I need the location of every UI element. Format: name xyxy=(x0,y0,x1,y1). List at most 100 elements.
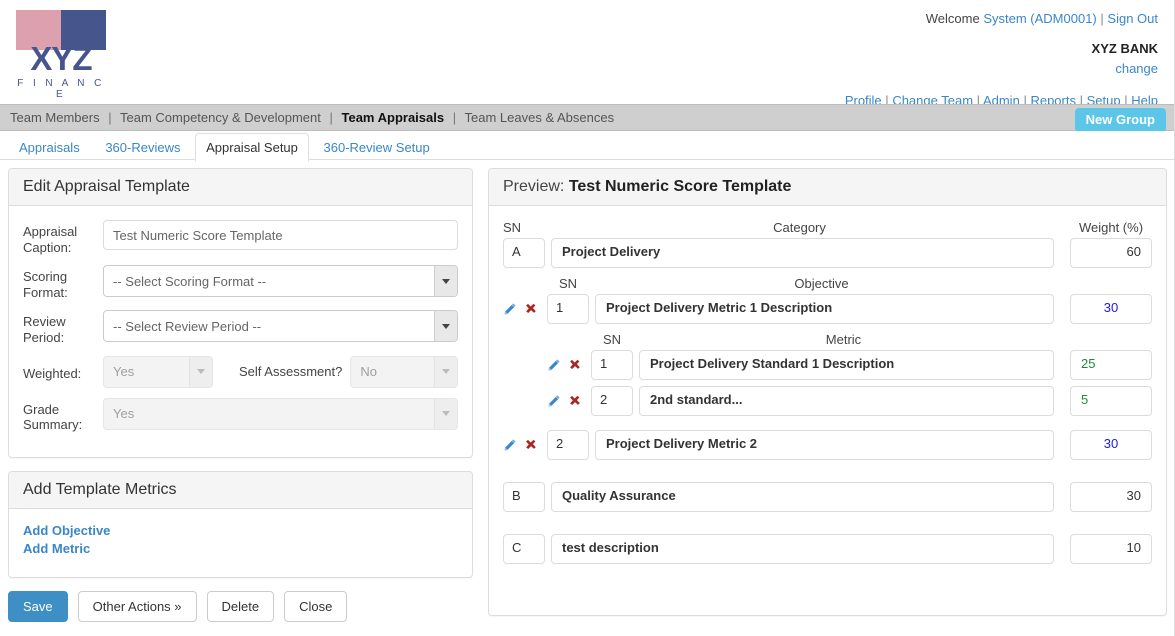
add-metric-link[interactable]: Add Metric xyxy=(23,541,458,556)
field-weighted: Weighted: Yes Self Assessment? No xyxy=(23,355,458,388)
review-period-select[interactable]: -- Select Review Period -- xyxy=(103,310,458,343)
divider: | xyxy=(108,110,112,125)
tab-360-review-setup[interactable]: 360-Review Setup xyxy=(313,133,441,162)
row-actions xyxy=(547,358,591,372)
preview-template-name: Test Numeric Score Template xyxy=(568,178,792,195)
nav-item-team-competency[interactable]: Team Competency & Development xyxy=(120,110,321,125)
weighted-select-wrap: Yes xyxy=(103,355,213,388)
metric-name[interactable]: 2nd standard... xyxy=(639,386,1054,416)
category-weight[interactable]: 60 xyxy=(1070,238,1152,268)
weighted-select: Yes xyxy=(103,355,213,388)
delete-button[interactable]: Delete xyxy=(206,590,275,622)
bank-name: XYZ BANK xyxy=(1091,40,1158,56)
category-name[interactable]: test description xyxy=(551,534,1054,564)
category-weight[interactable]: 10 xyxy=(1070,534,1152,564)
column-header-objective: Objective xyxy=(794,276,849,291)
preview-label: Preview: xyxy=(503,178,565,195)
delete-x-icon[interactable] xyxy=(569,394,583,408)
objective-name[interactable]: Project Delivery Metric 2 xyxy=(595,430,1054,460)
appraisal-caption-label: Appraisal Caption: xyxy=(23,224,78,255)
save-button[interactable]: Save xyxy=(8,590,68,622)
right-column: Preview: Test Numeric Score Template SN … xyxy=(488,168,1167,629)
objective-weight[interactable]: 30 xyxy=(1070,430,1152,460)
self-assessment-select-wrap: No xyxy=(350,355,458,388)
scoring-format-select[interactable]: -- Select Scoring Format -- xyxy=(103,265,458,298)
appraisal-caption-input[interactable] xyxy=(103,220,458,250)
category-sn[interactable]: A xyxy=(503,238,545,268)
metric-weight[interactable]: 25 xyxy=(1070,350,1152,380)
delete-x-icon[interactable] xyxy=(569,358,583,372)
metric-header-row: SN Metric xyxy=(503,332,1152,347)
objective-name[interactable]: Project Delivery Metric 1 Description xyxy=(595,294,1054,324)
metric-sn[interactable]: 2 xyxy=(591,386,633,416)
category-name[interactable]: Quality Assurance xyxy=(551,482,1054,512)
divider: | xyxy=(329,110,333,125)
logo-wordmark: XYZ xyxy=(30,40,92,77)
objective-weight[interactable]: 30 xyxy=(1070,294,1152,324)
tab-360-reviews[interactable]: 360-Reviews xyxy=(94,133,191,162)
table-row: 2 2nd standard... 5 xyxy=(503,386,1152,416)
action-buttons: Save Other Actions » Delete Close xyxy=(8,590,473,622)
close-button[interactable]: Close xyxy=(284,590,348,622)
logo-subtext: F I N A N C E xyxy=(17,78,105,100)
tab-bar: Appraisals 360-Reviews Appraisal Setup 3… xyxy=(0,131,1174,162)
change-bank-link[interactable]: change xyxy=(845,60,1158,79)
nav-item-team-members[interactable]: Team Members xyxy=(10,110,100,125)
navbar-items: Team Members | Team Competency & Develop… xyxy=(0,105,1174,125)
scoring-format-label: Scoring Format: xyxy=(23,269,68,300)
user-link[interactable]: System (ADM0001) xyxy=(983,11,1096,26)
main-navbar: Team Members | Team Competency & Develop… xyxy=(0,104,1174,132)
add-metrics-links: Add Objective Add Metric xyxy=(9,509,472,573)
review-period-select-wrap: -- Select Review Period -- xyxy=(103,310,458,343)
column-header-sn: SN xyxy=(602,332,622,347)
nav-item-team-leaves[interactable]: Team Leaves & Absences xyxy=(465,110,615,125)
field-grade-summary: Grade Summary: Yes xyxy=(23,397,458,433)
objective-sn[interactable]: 1 xyxy=(547,294,589,324)
self-assessment-label: Self Assessment? xyxy=(239,364,343,380)
preview-panel: Preview: Test Numeric Score Template SN … xyxy=(488,168,1167,616)
category-sn[interactable]: B xyxy=(503,482,545,512)
edit-pencil-icon[interactable] xyxy=(503,302,517,316)
edit-pencil-icon[interactable] xyxy=(503,438,517,452)
panel-title: Add Template Metrics xyxy=(9,471,472,509)
tab-appraisals[interactable]: Appraisals xyxy=(8,133,91,162)
other-actions-button[interactable]: Other Actions » xyxy=(77,590,197,622)
delete-x-icon[interactable] xyxy=(525,302,539,316)
edit-pencil-icon[interactable] xyxy=(547,358,561,372)
metric-sn[interactable]: 1 xyxy=(591,350,633,380)
weighted-label: Weighted: xyxy=(23,365,82,381)
column-header-sn: SN xyxy=(503,220,522,235)
welcome-line: Welcome System (ADM0001) | Sign Out xyxy=(845,10,1158,29)
scoring-format-select-wrap: -- Select Scoring Format -- xyxy=(103,265,458,298)
field-appraisal-caption: Appraisal Caption: xyxy=(23,220,458,255)
edit-appraisal-template-panel: Edit Appraisal Template Appraisal Captio… xyxy=(8,168,473,458)
grade-summary-label: Grade Summary: xyxy=(23,401,83,433)
edit-form: Appraisal Caption: Scoring Format: -- Se… xyxy=(9,206,472,457)
category-weight[interactable]: 30 xyxy=(1070,482,1152,512)
header-right: Welcome System (ADM0001) | Sign Out XYZ … xyxy=(845,10,1158,110)
review-period-label: Review Period: xyxy=(23,314,66,345)
new-group-button[interactable]: New Group xyxy=(1074,108,1166,132)
metric-name[interactable]: Project Delivery Standard 1 Description xyxy=(639,350,1054,380)
grade-summary-select-wrap: Yes xyxy=(103,397,458,430)
sign-out-link[interactable]: Sign Out xyxy=(1107,11,1158,26)
panel-title: Edit Appraisal Template xyxy=(9,169,472,206)
category-name[interactable]: Project Delivery xyxy=(551,238,1054,268)
category-header-row: SN Category Weight (%) xyxy=(503,220,1152,235)
page-content: Edit Appraisal Template Appraisal Captio… xyxy=(0,160,1174,622)
edit-pencil-icon[interactable] xyxy=(547,394,561,408)
welcome-label: Welcome xyxy=(925,11,980,26)
objective-sn[interactable]: 2 xyxy=(547,430,589,460)
delete-x-icon[interactable] xyxy=(525,438,539,452)
tab-appraisal-setup[interactable]: Appraisal Setup xyxy=(195,133,309,162)
self-assessment-select: No xyxy=(350,355,458,388)
category-sn[interactable]: C xyxy=(503,534,545,564)
column-header-weight: Weight (%) xyxy=(1078,220,1144,235)
nav-item-team-appraisals[interactable]: Team Appraisals xyxy=(342,110,445,125)
table-row: B Quality Assurance 30 xyxy=(503,482,1152,512)
add-objective-link[interactable]: Add Objective xyxy=(23,523,458,538)
metric-weight[interactable]: 5 xyxy=(1070,386,1152,416)
row-actions xyxy=(503,302,547,316)
objective-header-row: SN Objective xyxy=(503,276,1152,291)
column-header-sn: SN xyxy=(558,276,578,291)
